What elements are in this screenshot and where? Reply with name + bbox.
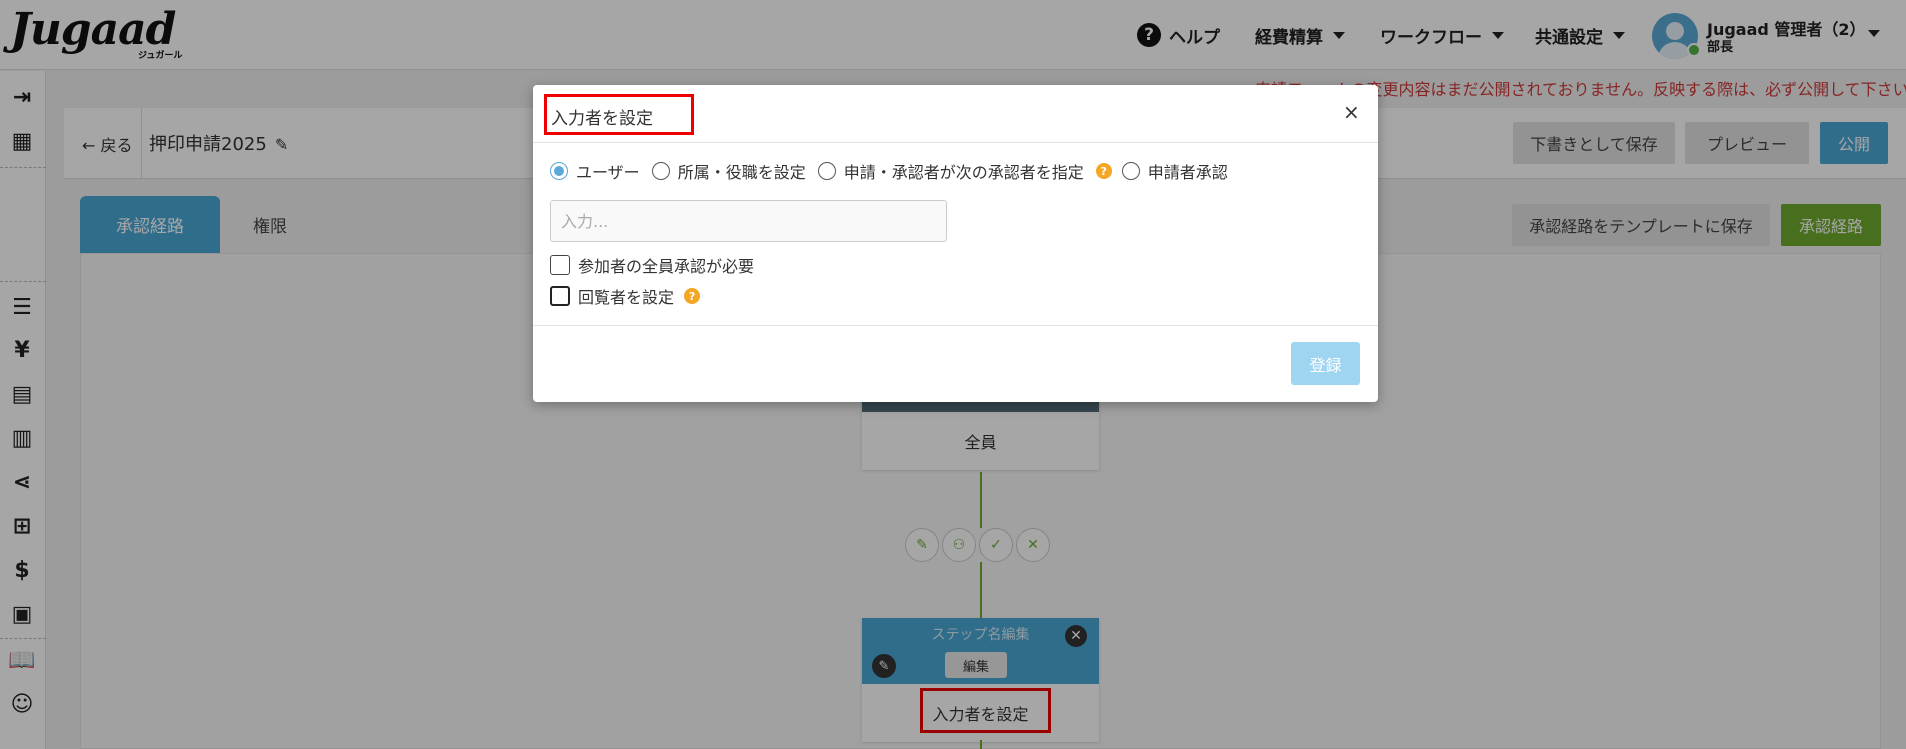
dialog-title: 入力者を設定 [544,94,694,135]
radio-next-approver-label[interactable]: 申請・承認者が次の承認者を指定 [844,159,1084,183]
help-icon[interactable]: ? [1095,163,1112,179]
viewer-setting-checkbox[interactable] [550,286,570,306]
radio-user-label[interactable]: ユーザー [576,159,640,183]
user-search-input[interactable] [550,200,947,242]
all-approval-required-row[interactable]: 参加者の全員承認が必要 [550,253,754,277]
radio-next-approver[interactable] [817,162,836,180]
register-button[interactable]: 登録 [1291,342,1360,385]
help-icon[interactable]: ? [684,288,701,304]
viewer-setting-row[interactable]: 回覧者を設定 ? [550,284,710,308]
input-setting-dialog: 入力者を設定 × ユーザー 所属・役職を設定 申請・承認者が次の承認者を指定 ?… [533,85,1378,402]
radio-applicant-approval[interactable] [1121,162,1140,180]
radio-user[interactable] [550,162,568,180]
input-type-options: ユーザー 所属・役職を設定 申請・承認者が次の承認者を指定 ? 申請者承認 [550,159,1240,183]
radio-department-role[interactable] [651,162,670,180]
close-icon[interactable]: × [1343,100,1360,124]
dialog-header: 入力者を設定 × [533,85,1378,143]
radio-department-role-label[interactable]: 所属・役職を設定 [678,159,806,183]
viewer-setting-label[interactable]: 回覧者を設定 [578,284,674,308]
all-approval-required-checkbox[interactable] [550,255,570,275]
all-approval-required-label[interactable]: 参加者の全員承認が必要 [578,253,754,277]
radio-applicant-approval-label[interactable]: 申請者承認 [1148,159,1228,183]
dialog-footer-divider [533,325,1378,326]
